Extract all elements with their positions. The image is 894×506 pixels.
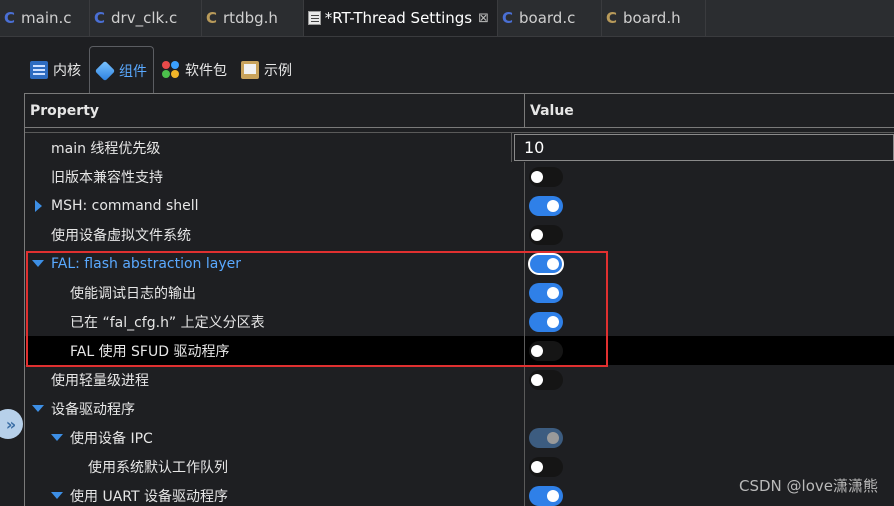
table-row[interactable]: 使用设备虚拟文件系统 xyxy=(25,220,894,249)
row-label: 使用系统默认工作队列 xyxy=(88,459,228,476)
row-label: FAL 使用 SFUD 驱动程序 xyxy=(70,343,230,360)
tab-label: drv_clk.c xyxy=(111,9,178,27)
settings-table: Property Value main 线程优先级 10 旧版本兼容性支持 MS… xyxy=(24,93,894,506)
table-row[interactable]: 使用轻量级进程 xyxy=(25,365,894,394)
table-row[interactable]: MSH: command shell xyxy=(25,191,894,220)
tab-samples[interactable]: 示例 xyxy=(235,47,298,93)
toggle-switch[interactable] xyxy=(529,340,563,361)
toggle-switch[interactable] xyxy=(529,369,563,390)
toggle-switch[interactable] xyxy=(529,224,563,245)
tab-components[interactable]: 组件 xyxy=(89,46,154,94)
tab-label: main.c xyxy=(21,9,72,27)
tab-label: rtdbg.h xyxy=(223,9,278,27)
main-thread-priority-input[interactable]: 10 xyxy=(514,134,894,161)
tab-label: board.h xyxy=(623,9,681,27)
row-label: main 线程优先级 xyxy=(51,140,161,157)
table-header: Property Value xyxy=(25,94,894,128)
collapse-arrow-icon[interactable] xyxy=(32,260,44,267)
column-header-property[interactable]: Property xyxy=(25,94,525,127)
tab-rtdbg-h[interactable]: C rtdbg.h xyxy=(202,0,304,36)
column-header-value[interactable]: Value xyxy=(525,94,894,127)
table-row[interactable]: 已在 “fal_cfg.h” 上定义分区表 xyxy=(25,307,894,336)
sample-icon xyxy=(241,61,259,79)
tab-main-c[interactable]: C main.c xyxy=(0,0,90,36)
collapse-arrow-icon[interactable] xyxy=(32,405,44,412)
toggle-switch[interactable] xyxy=(529,311,563,332)
tab-drv-clk-c[interactable]: C drv_clk.c xyxy=(90,0,202,36)
table-row[interactable]: FAL 使用 SFUD 驱动程序 xyxy=(25,336,894,365)
table-row[interactable]: 使能调试日志的输出 xyxy=(25,278,894,307)
table-row[interactable]: main 线程优先级 10 xyxy=(25,133,894,162)
expand-arrow-icon[interactable] xyxy=(35,199,42,212)
toggle-switch[interactable] xyxy=(529,166,563,187)
tab-board-c[interactable]: C board.c xyxy=(498,0,602,36)
toggle-switch[interactable] xyxy=(529,456,563,477)
row-label: 旧版本兼容性支持 xyxy=(51,169,163,186)
toggle-switch[interactable] xyxy=(528,252,564,275)
tab-packages[interactable]: 软件包 xyxy=(156,47,233,93)
tab-label: 软件包 xyxy=(185,63,227,79)
toggle-switch[interactable] xyxy=(529,195,563,216)
collapse-arrow-icon[interactable] xyxy=(51,434,63,441)
tab-label: 内核 xyxy=(53,63,81,79)
toggle-switch[interactable] xyxy=(529,282,563,303)
watermark: CSDN @love潇潇熊 xyxy=(739,477,878,495)
expand-panel-icon[interactable]: » xyxy=(0,409,23,439)
settings-file-icon xyxy=(308,11,321,25)
table-row[interactable]: FAL: flash abstraction layer xyxy=(25,249,894,278)
row-label: 使用设备 IPC xyxy=(70,430,153,447)
table-row[interactable]: 设备驱动程序 xyxy=(25,394,894,423)
row-label: 使能调试日志的输出 xyxy=(70,285,196,302)
kernel-icon xyxy=(30,61,48,79)
row-label: FAL: flash abstraction layer xyxy=(51,255,241,272)
toggle-switch[interactable] xyxy=(529,485,563,506)
table-row[interactable]: 旧版本兼容性支持 xyxy=(25,162,894,191)
component-icon xyxy=(94,60,116,81)
collapse-arrow-icon[interactable] xyxy=(51,492,63,499)
row-label: 使用 UART 设备驱动程序 xyxy=(70,488,228,505)
tab-label: 组件 xyxy=(119,63,147,80)
tab-label: 示例 xyxy=(264,63,292,79)
row-label: 设备驱动程序 xyxy=(51,401,135,418)
c-file-icon: C xyxy=(94,9,106,27)
c-file-icon: C xyxy=(502,9,514,27)
tab-label: board.c xyxy=(519,9,576,27)
c-file-icon: C xyxy=(4,9,16,27)
h-file-icon: C xyxy=(206,9,218,27)
toggle-switch xyxy=(529,427,563,448)
editor-tab-bar: C main.c C drv_clk.c C rtdbg.h *RT-Threa… xyxy=(0,0,894,37)
packages-icon xyxy=(162,61,180,79)
tab-board-h[interactable]: C board.h xyxy=(602,0,706,36)
close-icon[interactable]: ⊠ xyxy=(478,11,489,26)
tab-rt-thread-settings[interactable]: *RT-Thread Settings ⊠ xyxy=(304,0,498,36)
table-row[interactable]: 使用设备 IPC xyxy=(25,423,894,452)
row-label: 使用设备虚拟文件系统 xyxy=(51,227,191,244)
row-label: 已在 “fal_cfg.h” 上定义分区表 xyxy=(70,314,265,331)
row-label: MSH: command shell xyxy=(51,197,199,214)
h-file-icon: C xyxy=(606,9,618,27)
tab-kernel[interactable]: 内核 xyxy=(24,47,87,93)
section-tab-bar: 内核 组件 软件包 示例 xyxy=(24,46,300,94)
tab-label: *RT-Thread Settings xyxy=(324,9,473,27)
row-label: 使用轻量级进程 xyxy=(51,372,149,389)
